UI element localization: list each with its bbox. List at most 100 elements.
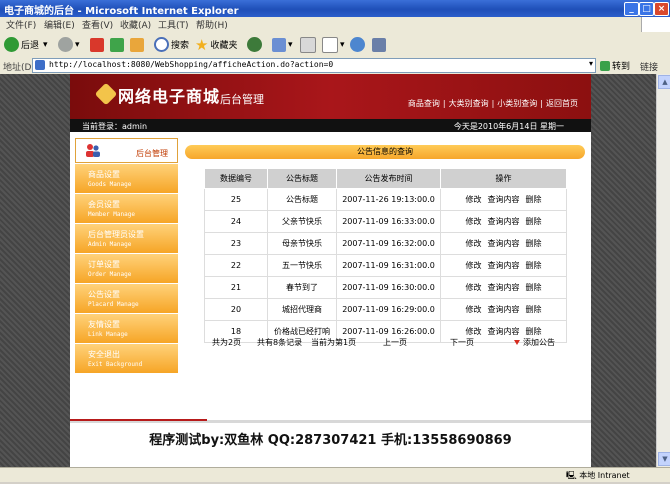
print-button[interactable] (300, 36, 318, 53)
nav-goods-query[interactable]: 商品查询 (408, 99, 440, 108)
go-button[interactable]: 转到 (600, 59, 630, 72)
site-header: 网络电子商城 后台管理 商品查询 | 大类别查询 | 小类别查询 | 返回首页 (70, 74, 591, 119)
view-content-link[interactable]: 查询内容 (488, 327, 520, 336)
cell-title: 父亲节快乐 (267, 210, 337, 233)
address-input[interactable]: http://localhost:8080/WebShopping/affich… (32, 58, 596, 73)
cell-time: 2007-11-09 16:31:00.0 (336, 254, 441, 277)
sidebar-item-goods[interactable]: 商品设置 Goods Manage (75, 164, 178, 194)
vertical-scrollbar[interactable]: ▲ ▼ (656, 74, 670, 467)
delete-link[interactable]: 删除 (526, 283, 542, 292)
back-arrow-icon (4, 37, 19, 52)
pager-next-link[interactable]: 下一页 (450, 337, 474, 348)
top-nav: 商品查询 | 大类别查询 | 小类别查询 | 返回首页 (407, 99, 578, 108)
close-button[interactable]: × (654, 2, 669, 16)
media-button[interactable] (247, 36, 264, 53)
cell-id: 24 (204, 210, 268, 233)
favorites-button[interactable]: ★ 收藏夹 (195, 36, 238, 54)
cell-title: 五一节快乐 (267, 254, 337, 277)
chevron-down-icon[interactable]: ▾ (589, 59, 593, 68)
maximize-button[interactable]: □ (639, 2, 654, 16)
add-notice-link[interactable]: 添加公告 (514, 337, 555, 348)
menu-view[interactable]: 查看(V) (82, 18, 113, 31)
forward-arrow-icon (58, 37, 73, 52)
refresh-button[interactable] (110, 36, 126, 53)
back-button[interactable]: 后退 ▾ (4, 36, 48, 53)
pager-total-pages: 共为2页 (212, 338, 242, 347)
info-bar: 当前登录：admin 今天是2010年6月14日 星期一 (70, 119, 591, 132)
menu-edit[interactable]: 编辑(E) (44, 18, 75, 31)
edit-link[interactable]: 修改 (466, 305, 482, 314)
edit-link[interactable]: 修改 (466, 239, 482, 248)
messenger-button[interactable] (350, 36, 367, 53)
scroll-down-icon[interactable]: ▼ (658, 452, 670, 466)
search-button[interactable]: 搜索 (154, 36, 189, 53)
edit-button[interactable]: ▾ (322, 36, 345, 53)
stop-icon (90, 37, 104, 52)
sidebar-item-sublabel: Member Manage (88, 211, 135, 218)
table-row: 25 公告标题 2007-11-26 19:13:00.0 修改 查询内容 删除 (204, 188, 567, 211)
nav-big-category[interactable]: 大类别查询 (449, 99, 489, 108)
page-content: 网络电子商城 后台管理 商品查询 | 大类别查询 | 小类别查询 | 返回首页 当前登录：a… (70, 74, 591, 467)
delete-link[interactable]: 删除 (526, 195, 542, 204)
pager-prev-link[interactable]: 上一页 (383, 337, 407, 348)
cell-time: 2007-11-09 16:30:00.0 (336, 276, 441, 299)
logo-icon (94, 82, 118, 106)
delete-link[interactable]: 删除 (526, 217, 542, 226)
window-title: 电子商城的后台 - Microsoft Internet Explorer (4, 6, 239, 17)
delete-link[interactable]: 删除 (526, 305, 542, 314)
delete-link[interactable]: 删除 (526, 327, 542, 336)
forward-button[interactable]: ▾ (58, 36, 80, 53)
mail-button[interactable]: ▾ (272, 36, 293, 53)
scroll-up-icon[interactable]: ▲ (658, 75, 670, 89)
search-label: 搜索 (171, 41, 190, 51)
edit-link[interactable]: 修改 (466, 195, 482, 204)
sidebar-item-member[interactable]: 会员设置 Member Manage (75, 194, 178, 224)
address-label: 地址(D) (3, 63, 35, 73)
menu-favorites[interactable]: 收藏(A) (120, 18, 151, 31)
view-content-link[interactable]: 查询内容 (488, 239, 520, 248)
nav-small-category[interactable]: 小类别查询 (497, 99, 537, 108)
view-content-link[interactable]: 查询内容 (488, 195, 520, 204)
stop-button[interactable] (90, 36, 106, 53)
sidebar-item-link[interactable]: 友情设置 Link Manage (75, 314, 178, 344)
menu-file[interactable]: 文件(F) (6, 18, 36, 31)
print-icon (300, 36, 316, 53)
links-button[interactable]: 链接 (640, 60, 658, 73)
page-icon (35, 60, 45, 70)
view-content-link[interactable]: 查询内容 (488, 217, 520, 226)
cell-actions: 修改 查询内容 删除 (440, 298, 567, 321)
sidebar-item-order[interactable]: 订单设置 Order Manage (75, 254, 178, 284)
security-zone-label: 本地 Intranet (579, 471, 630, 480)
home-button[interactable] (130, 36, 146, 53)
sidebar-item-admin[interactable]: 后台管理员设置 Admin Manage (75, 224, 178, 254)
edit-link[interactable]: 修改 (466, 217, 482, 226)
menu-help[interactable]: 帮助(H) (196, 18, 228, 31)
cell-actions: 修改 查询内容 删除 (440, 254, 567, 277)
edit-link[interactable]: 修改 (466, 261, 482, 270)
edit-link[interactable]: 修改 (466, 283, 482, 292)
view-content-link[interactable]: 查询内容 (488, 305, 520, 314)
sidebar-item-placard[interactable]: 公告设置 Placard Manage (75, 284, 178, 314)
view-content-link[interactable]: 查询内容 (488, 283, 520, 292)
cell-title: 城招代理商 (267, 298, 337, 321)
sidebar-item-label: 会员设置 (88, 200, 120, 209)
research-button[interactable] (372, 36, 388, 53)
view-content-link[interactable]: 查询内容 (488, 261, 520, 270)
menu-tools[interactable]: 工具(T) (158, 18, 189, 31)
delete-link[interactable]: 删除 (526, 261, 542, 270)
sidebar-item-label: 订单设置 (88, 260, 120, 269)
nav-home[interactable]: 返回首页 (546, 99, 578, 108)
favorites-label: 收藏夹 (210, 41, 238, 51)
sidebar-item-exit[interactable]: 安全退出 Exit Background (75, 344, 178, 374)
add-notice-label: 添加公告 (523, 338, 555, 347)
delete-link[interactable]: 删除 (526, 239, 542, 248)
edit-doc-icon (322, 36, 338, 53)
login-user: 当前登录：admin (82, 122, 148, 131)
edit-link[interactable]: 修改 (466, 327, 482, 336)
table-row: 20 城招代理商 2007-11-09 16:29:00.0 修改 查询内容 删除 (204, 298, 567, 321)
window-title-bar: 电子商城的后台 - Microsoft Internet Explorer _ … (0, 0, 670, 17)
toolbar: 后退 ▾ ▾ 搜索 ★ 收藏夹 ▾ ▾ (0, 32, 670, 58)
minimize-button[interactable]: _ (624, 2, 639, 16)
cell-id: 25 (204, 188, 268, 211)
menu-bar: 文件(F) 编辑(E) 查看(V) 收藏(A) 工具(T) 帮助(H) (0, 17, 670, 33)
